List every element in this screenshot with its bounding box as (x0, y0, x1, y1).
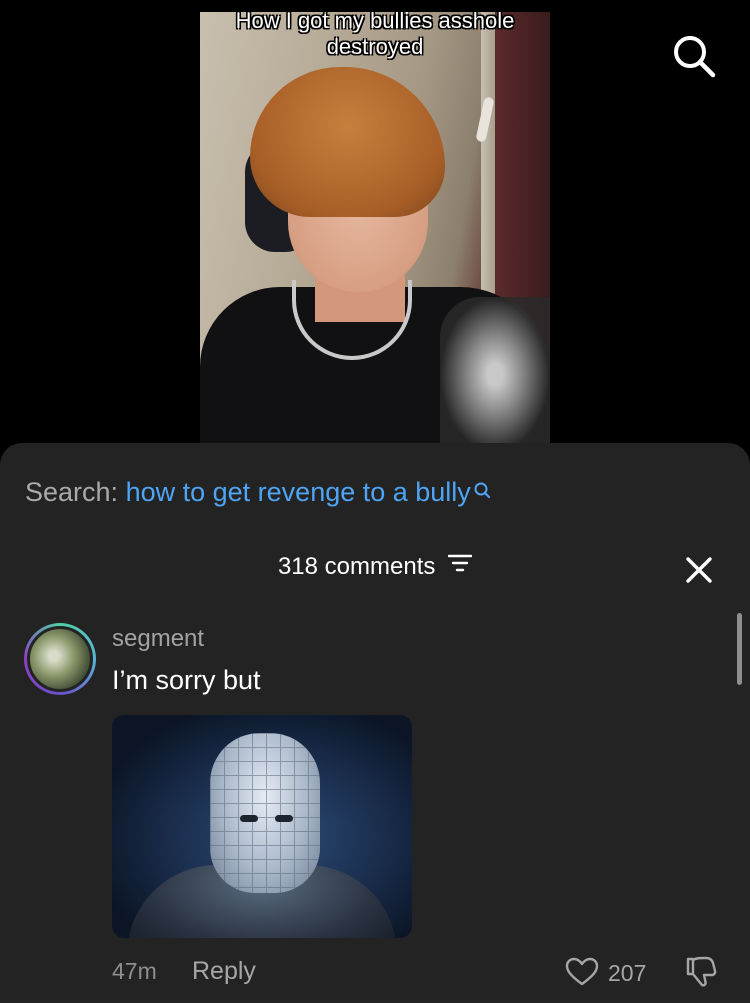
search-label: Search: (25, 477, 119, 507)
video-area[interactable]: How I got my bullies asshole destroyed (0, 0, 750, 470)
heart-icon[interactable] (565, 957, 599, 992)
hair (250, 67, 445, 217)
image-figure-eye (240, 815, 258, 822)
search-icon[interactable] (670, 32, 718, 80)
thumbs-down-icon[interactable] (684, 955, 718, 994)
close-icon[interactable] (682, 553, 716, 587)
comments-count: 318 comments (277, 553, 436, 580)
image-figure-pins (210, 733, 320, 893)
image-figure-eye (275, 815, 293, 822)
search-icon (473, 477, 491, 508)
comment-text: I’m sorry but (112, 665, 261, 695)
shirt-graphic (440, 297, 550, 452)
filter-icon[interactable] (447, 552, 473, 580)
video-caption: How I got my bullies asshole destroyed (235, 8, 515, 59)
video-player[interactable] (200, 12, 550, 452)
comment-timestamp: 47m (112, 958, 157, 984)
scrollbar[interactable] (737, 613, 742, 685)
comments-sheet: Search: how to get revenge to a bully 31… (0, 443, 750, 1003)
comment-username[interactable]: segment (112, 625, 204, 653)
comments-header: 318 comments (0, 553, 750, 581)
search-suggestion[interactable]: Search: how to get revenge to a bully (25, 477, 491, 508)
comment-image[interactable] (112, 715, 412, 938)
like-count: 207 (608, 960, 647, 986)
search-term-link[interactable]: how to get revenge to a bully (126, 477, 471, 507)
avatar[interactable] (24, 623, 96, 695)
reply-button[interactable]: Reply (192, 957, 256, 986)
